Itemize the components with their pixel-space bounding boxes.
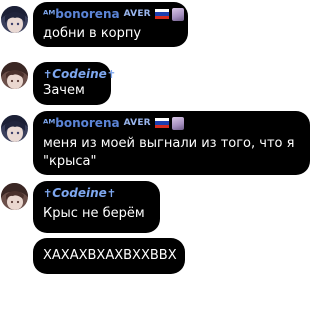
message-bubble[interactable]: ХАХАХВХАХВХХВВХ [33,238,185,274]
message-text: ХАХАХВХАХВХХВВХ [43,248,177,263]
avatar-codeine[interactable] [1,183,28,210]
message-text: Зачем [43,83,85,98]
message-bubble[interactable]: ✝ Codeine ✝ Крыс не берём [33,181,160,233]
sender-row: ᴬᴹ bonorena AVER [43,7,184,21]
sender-tag: AVER [123,118,151,128]
message-text: Крыс не берём [43,206,145,221]
sender-prefix: ᴬᴹ [43,7,56,21]
sender-prefix: ✝ [43,186,53,200]
sender-prefix: ᴬᴹ [43,116,56,130]
sender-suffix: ✝ [106,186,117,200]
sender-name[interactable]: Codeine [52,186,107,200]
russia-flag-icon [154,118,169,128]
badge-picture-icon [171,7,184,21]
message-bubble[interactable]: ✝ Codeine ✝ Зачем [33,62,116,105]
sender-row: ✝ Codeine ✝ [43,67,116,81]
sender-prefix: ✝ [43,67,53,81]
sender-tag: AVER [123,9,151,19]
sender-name[interactable]: bonorena [55,116,119,130]
message-bubble[interactable]: ᴬᴹ bonorena AVER меня из моей выгнали из… [33,111,310,175]
avatar-bonorena[interactable] [1,6,28,33]
message-text-line-2: "крыса" [43,154,97,169]
sender-suffix: ✝ [106,67,117,81]
message-bubble[interactable]: ᴬᴹ bonorena AVER добни в корпу [33,2,188,47]
sender-row: ᴬᴹ bonorena AVER [43,116,184,130]
avatar-bonorena[interactable] [1,115,28,142]
message-text: добни в корпу [43,26,142,41]
sender-row: ✝ Codeine ✝ [43,186,116,200]
avatar-codeine[interactable] [1,62,28,89]
badge-picture-icon [171,116,184,130]
sender-name[interactable]: bonorena [55,7,119,21]
sender-name[interactable]: Codeine [52,67,107,81]
message-text-line-1: меня из моей выгнали из того, что я [43,136,295,151]
russia-flag-icon [154,9,169,19]
